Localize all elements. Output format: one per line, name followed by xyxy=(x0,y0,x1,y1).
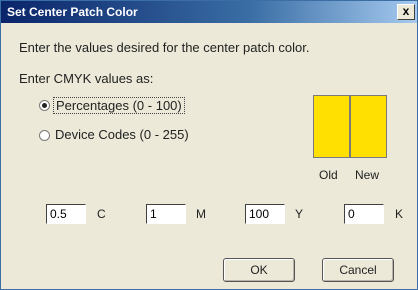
new-color-swatch xyxy=(350,95,387,158)
close-button[interactable]: x xyxy=(397,4,415,20)
device-codes-label[interactable]: Device Codes (0 - 255) xyxy=(55,127,189,142)
black-field[interactable] xyxy=(344,204,384,224)
cancel-button[interactable]: Cancel xyxy=(322,258,394,282)
instructions-text: Enter the values desired for the center … xyxy=(19,40,310,55)
set-center-patch-color-dialog: Set Center Patch Color x Enter the value… xyxy=(0,0,418,290)
black-label: K xyxy=(395,207,404,221)
close-icon: x xyxy=(402,4,410,18)
cyan-label: C xyxy=(97,207,106,221)
old-color-swatch xyxy=(313,95,350,158)
dialog-title: Set Center Patch Color xyxy=(7,5,138,19)
magenta-label: M xyxy=(196,207,206,221)
percentages-radio[interactable] xyxy=(39,100,50,111)
percentages-label[interactable]: Percentages (0 - 100) xyxy=(53,97,185,114)
new-swatch-label: New xyxy=(355,168,380,182)
magenta-field[interactable] xyxy=(146,204,186,224)
yellow-field[interactable] xyxy=(245,204,285,224)
cyan-field[interactable] xyxy=(46,204,86,224)
old-swatch-label: Old xyxy=(319,168,338,182)
mode-heading: Enter CMYK values as: xyxy=(19,71,154,86)
ok-button[interactable]: OK xyxy=(223,258,295,282)
device-codes-radio[interactable] xyxy=(39,130,50,141)
yellow-label: Y xyxy=(295,207,304,221)
title-bar[interactable]: Set Center Patch Color x xyxy=(1,1,417,23)
